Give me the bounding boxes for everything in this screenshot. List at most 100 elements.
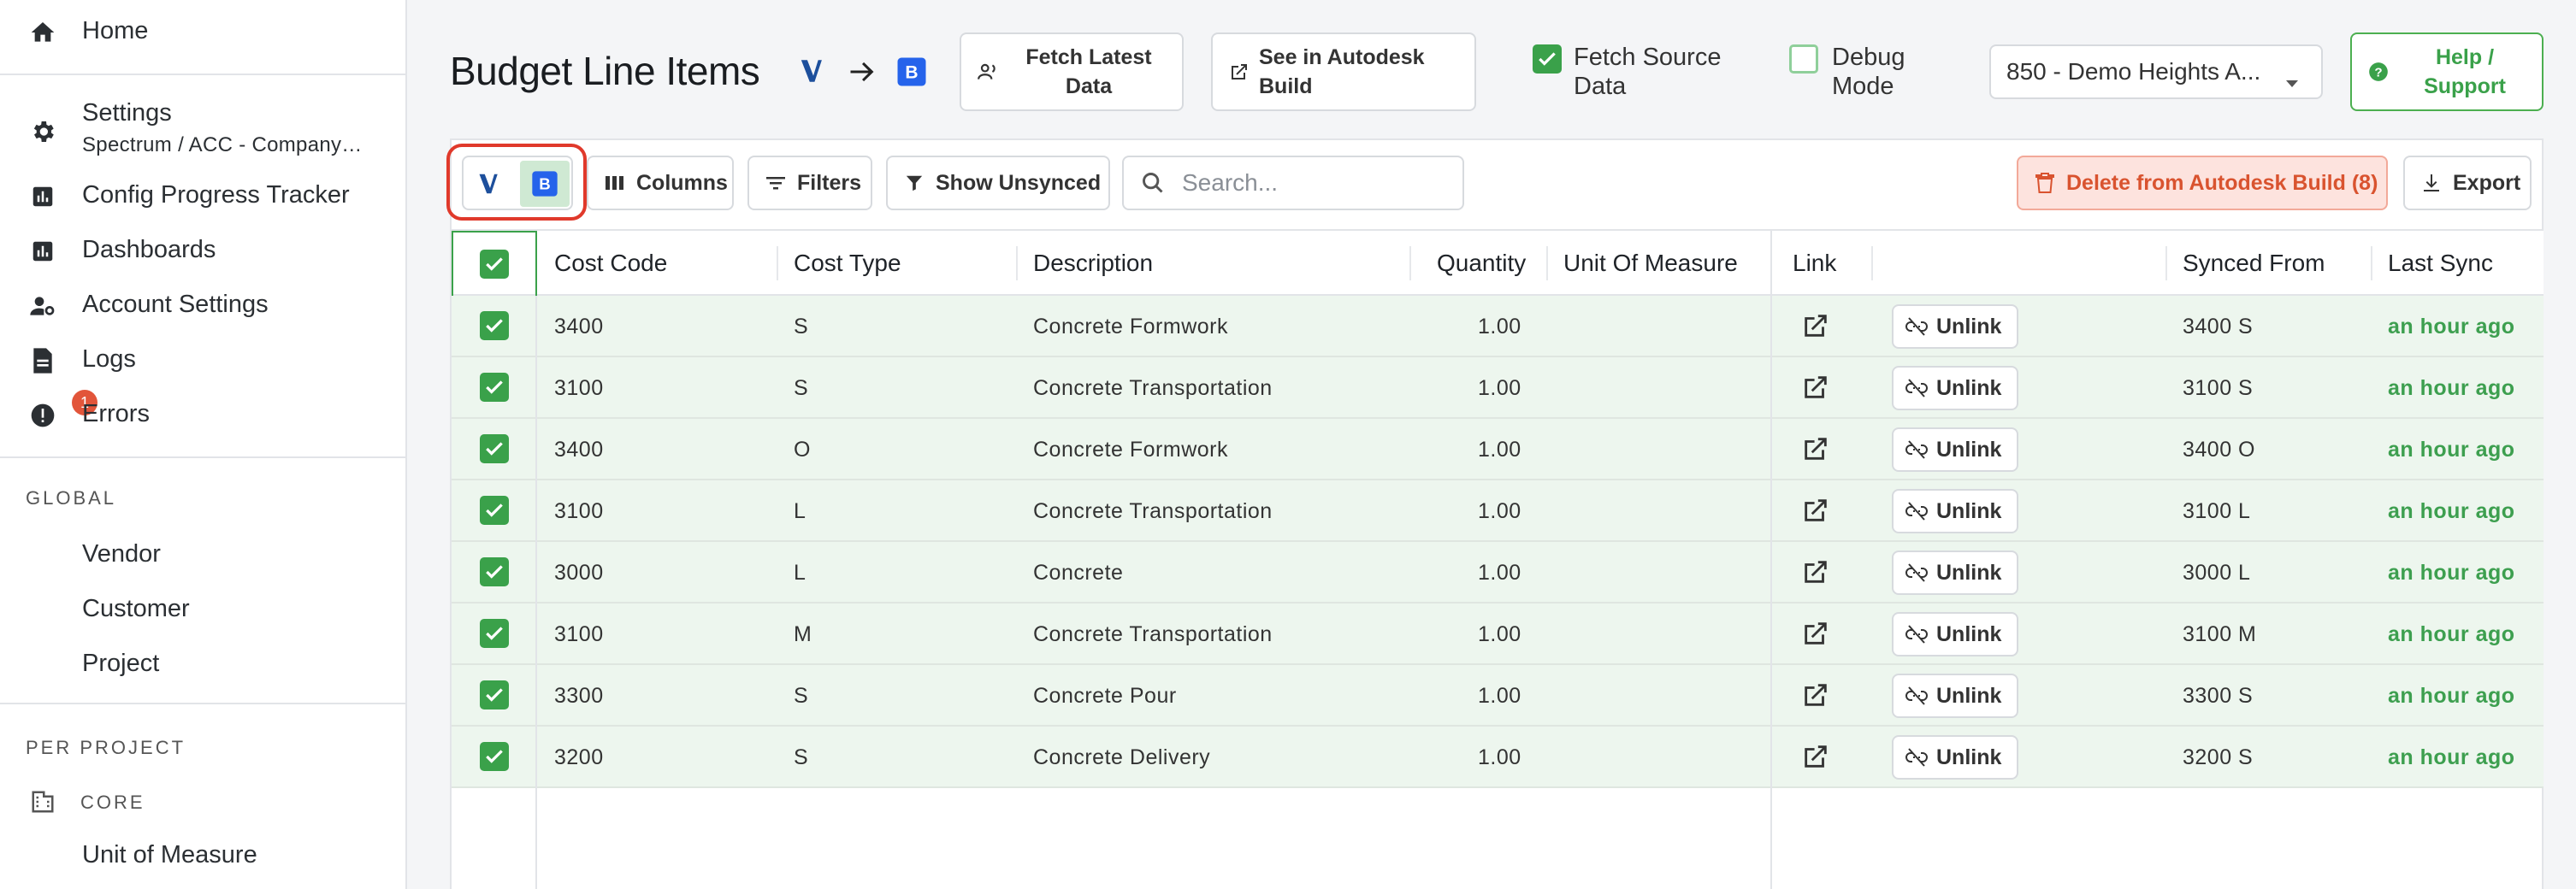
row-checkbox[interactable] xyxy=(480,680,509,709)
row-checkbox-cell[interactable] xyxy=(452,603,537,663)
table-row[interactable]: 3100 M Concrete Transportation 1.00 Unlink 31… xyxy=(452,603,2544,665)
unlink-label: Unlink xyxy=(1936,375,2002,400)
sidebar-item-customer[interactable]: Customer xyxy=(0,593,407,627)
row-checkbox[interactable] xyxy=(480,434,509,463)
sidebar-item-vendor[interactable]: Vendor xyxy=(0,539,407,573)
project-select[interactable]: 850 - Demo Heights A... xyxy=(1989,44,2323,99)
unlink-button[interactable]: Unlink xyxy=(1892,304,2018,349)
unlink-button[interactable]: Unlink xyxy=(1892,612,2018,656)
funnel-icon xyxy=(903,172,925,194)
column-separator[interactable] xyxy=(2371,246,2372,280)
sidebar-item-dashboards[interactable]: Dashboards xyxy=(0,234,407,268)
row-checkbox[interactable] xyxy=(480,373,509,402)
see-in-autodesk-build-button[interactable]: See in Autodesk Build xyxy=(1211,32,1476,111)
export-button[interactable]: Export xyxy=(2403,156,2532,210)
column-header-description[interactable]: Description xyxy=(1033,250,1153,277)
external-link-icon[interactable] xyxy=(1801,434,1830,468)
columns-button[interactable]: Columns xyxy=(587,156,734,210)
column-separator[interactable] xyxy=(2165,246,2167,280)
unlink-button[interactable]: Unlink xyxy=(1892,674,2018,718)
cell-synced-from: 3400 O xyxy=(2183,438,2256,462)
column-header-cost-code[interactable]: Cost Code xyxy=(554,250,667,277)
sidebar-item-logs[interactable]: Logs xyxy=(0,344,407,378)
column-separator[interactable] xyxy=(1871,246,1873,280)
row-checkbox[interactable] xyxy=(480,742,509,771)
column-separator[interactable] xyxy=(777,246,778,280)
table-row[interactable]: 3400 O Concrete Formwork 1.00 Unlink 3400 O an… xyxy=(452,419,2544,480)
unlink-label: Unlink xyxy=(1936,437,2002,462)
external-link-icon[interactable] xyxy=(1801,373,1830,406)
column-separator[interactable] xyxy=(1016,246,1018,280)
checkmark-icon xyxy=(486,380,503,394)
sidebar-item-home[interactable]: Home xyxy=(0,15,407,50)
unlink-button[interactable]: Unlink xyxy=(1892,735,2018,780)
show-unsynced-button[interactable]: Show Unsynced xyxy=(886,156,1110,210)
row-checkbox[interactable] xyxy=(480,619,509,648)
autodesk-build-logo-icon[interactable]: B xyxy=(520,161,570,207)
sidebar-item-project[interactable]: Project xyxy=(0,648,407,682)
chevron-down-icon xyxy=(2285,67,2299,96)
sidebar-item-errors[interactable]: 1 Errors xyxy=(0,390,407,433)
filter-lines-icon xyxy=(765,172,787,194)
row-checkbox-cell[interactable] xyxy=(452,296,537,356)
row-checkbox[interactable] xyxy=(480,496,509,525)
column-header-cost-type[interactable]: Cost Type xyxy=(794,250,901,277)
unlink-button[interactable]: Unlink xyxy=(1892,366,2018,410)
sync-direction-toggle[interactable]: B xyxy=(462,156,573,210)
external-link-icon[interactable] xyxy=(1801,557,1830,591)
row-checkbox-cell[interactable] xyxy=(452,419,537,479)
cell-synced-from: 3100 S xyxy=(2183,376,2254,400)
unlink-button[interactable]: Unlink xyxy=(1892,427,2018,472)
vista-logo-icon[interactable] xyxy=(477,171,503,201)
table-row[interactable]: 3100 L Concrete Transportation 1.00 Unlink 31… xyxy=(452,480,2544,542)
select-all-checkbox[interactable] xyxy=(452,231,537,297)
filters-button[interactable]: Filters xyxy=(747,156,872,210)
column-separator[interactable] xyxy=(1546,246,1548,280)
external-link-icon[interactable] xyxy=(1801,680,1830,714)
row-checkbox-cell[interactable] xyxy=(452,480,537,540)
autodesk-build-logo-icon: B xyxy=(896,56,927,91)
sidebar-group-core[interactable]: CORE xyxy=(0,785,407,819)
link-off-icon xyxy=(1905,562,1928,583)
table-row[interactable]: 3400 S Concrete Formwork 1.00 Unlink 3400 S an… xyxy=(452,296,2544,357)
table-row[interactable]: 3200 S Concrete Delivery 1.00 Unlink 3200 S an… xyxy=(452,727,2544,788)
sidebar-item-unit-of-measure[interactable]: Unit of Measure xyxy=(0,839,407,874)
delete-from-autodesk-build-button[interactable]: Delete from Autodesk Build (8) xyxy=(2017,156,2388,210)
svg-text:B: B xyxy=(905,63,918,83)
row-checkbox[interactable] xyxy=(480,557,509,586)
external-link-icon[interactable] xyxy=(1801,619,1830,652)
help-support-button[interactable]: ? Help / Support xyxy=(2350,32,2544,111)
fetch-source-data-checkbox[interactable] xyxy=(1533,44,1562,74)
cell-description: Concrete xyxy=(1033,561,1124,585)
column-header-synced-from[interactable]: Synced From xyxy=(2183,250,2325,277)
fetch-latest-data-button[interactable]: Fetch Latest Data xyxy=(960,32,1184,111)
cell-cost-type: S xyxy=(794,745,809,769)
table-row[interactable]: 3000 L Concrete 1.00 Unlink 3000 L an hour ago xyxy=(452,542,2544,603)
sidebar-item-label: Home xyxy=(82,17,149,44)
external-link-icon[interactable] xyxy=(1801,496,1830,529)
see-in-build-label: See in Autodesk Build xyxy=(1259,45,1425,98)
table-row[interactable]: 3100 S Concrete Transportation 1.00 Unlink 31… xyxy=(452,357,2544,419)
external-link-icon[interactable] xyxy=(1801,311,1830,344)
debug-mode-checkbox[interactable] xyxy=(1789,44,1818,74)
row-checkbox-cell[interactable] xyxy=(452,727,537,786)
table-row[interactable]: 3300 S Concrete Pour 1.00 Unlink 3300 S an hou… xyxy=(452,665,2544,727)
sidebar-item-account-settings[interactable]: Account Settings xyxy=(0,289,407,323)
row-checkbox-cell[interactable] xyxy=(452,542,537,602)
row-checkbox-cell[interactable] xyxy=(452,665,537,725)
cell-synced-from: 3100 M xyxy=(2183,622,2257,646)
sidebar-item-config-tracker[interactable]: Config Progress Tracker xyxy=(0,180,407,214)
column-header-quantity[interactable]: Quantity xyxy=(1437,250,1526,277)
cell-last-sync: an hour ago xyxy=(2388,622,2515,646)
unlink-button[interactable]: Unlink xyxy=(1892,550,2018,595)
row-checkbox-cell[interactable] xyxy=(452,357,537,417)
sidebar-item-settings[interactable]: Settings Spectrum / ACC - Company… xyxy=(0,97,407,162)
external-link-icon[interactable] xyxy=(1801,742,1830,775)
row-checkbox[interactable] xyxy=(480,311,509,340)
column-header-unit-of-measure[interactable]: Unit Of Measure xyxy=(1563,250,1738,277)
column-header-last-sync[interactable]: Last Sync xyxy=(2388,250,2493,277)
unlink-button[interactable]: Unlink xyxy=(1892,489,2018,533)
column-separator[interactable] xyxy=(1409,246,1411,280)
search-input[interactable] xyxy=(1182,166,1456,200)
column-header-link[interactable]: Link xyxy=(1793,250,1836,277)
